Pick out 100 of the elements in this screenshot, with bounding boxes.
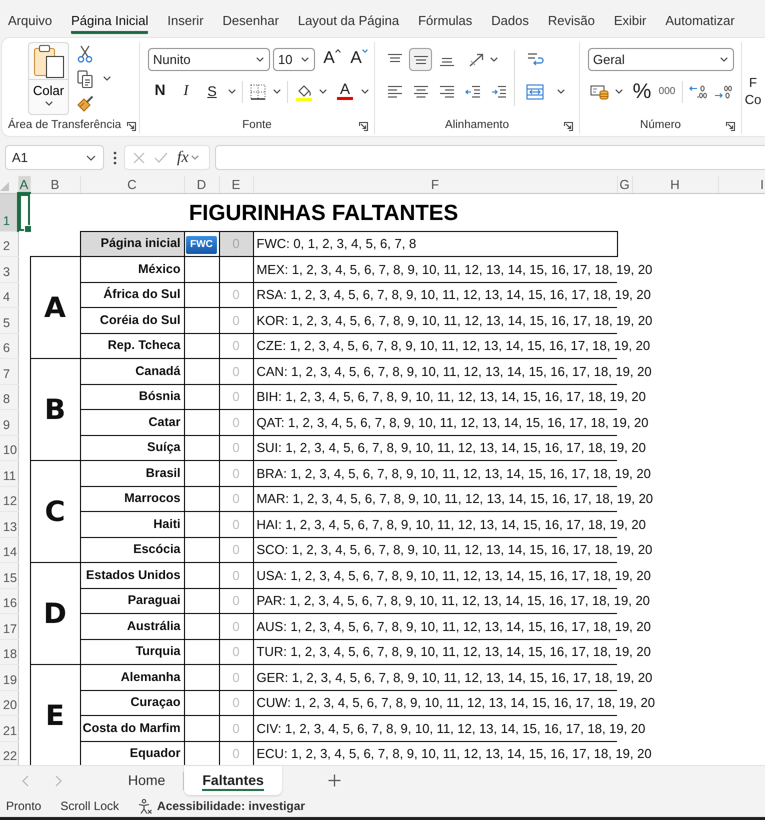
accessibility-button[interactable]: Acessibilidade: investigar: [138, 797, 306, 815]
row-header[interactable]: 20: [0, 690, 18, 716]
row-header[interactable]: 16: [0, 588, 18, 614]
check-icon[interactable]: [154, 152, 168, 163]
row-header[interactable]: 2: [0, 231, 18, 256]
fill-handle[interactable]: [24, 225, 32, 233]
row-header[interactable]: 6: [0, 333, 18, 358]
caret-icon[interactable]: [44, 101, 52, 106]
chevron-down-icon[interactable]: [86, 154, 96, 160]
caret-icon[interactable]: [615, 89, 623, 94]
thousands-button[interactable]: 000: [655, 80, 679, 103]
column-header[interactable]: E: [219, 176, 253, 193]
add-sheet-button[interactable]: [328, 774, 341, 787]
column-header[interactable]: G: [617, 176, 632, 193]
row-header[interactable]: 17: [0, 614, 18, 639]
team-name: Costa do Marfim: [80, 716, 184, 741]
row-header[interactable]: 11: [0, 460, 18, 486]
caret-icon[interactable]: [319, 89, 327, 94]
sticker-count: 0: [219, 588, 253, 614]
menu-tab[interactable]: Automatizar: [665, 12, 735, 34]
sticker-list: CIV: 1, 2, 3, 4, 5, 6, 7, 8, 9, 10, 11, 12, 13, 14, 15, 16, 17, 18, 19, 20: [256, 720, 646, 736]
align-middle-button[interactable]: [409, 48, 432, 71]
conditional-format-button[interactable]: F Co: [744, 74, 762, 108]
column-header[interactable]: F: [253, 176, 617, 193]
paste-button[interactable]: Colar: [28, 42, 69, 115]
caret-icon[interactable]: [720, 57, 728, 62]
sheet-tab[interactable]: Home: [110, 766, 184, 795]
menu-tab[interactable]: Arquivo: [8, 12, 52, 34]
shrink-font-button[interactable]: A: [347, 48, 371, 71]
row-header[interactable]: 1: [0, 193, 18, 231]
launcher-icon[interactable]: [359, 122, 368, 131]
row-header[interactable]: 13: [0, 512, 18, 537]
font-color-button[interactable]: A: [333, 80, 357, 103]
column-header[interactable]: H: [632, 176, 718, 193]
caret-icon[interactable]: [557, 89, 565, 94]
indent-icon: [490, 84, 506, 98]
row-header[interactable]: 21: [0, 716, 18, 741]
caret-icon[interactable]: [103, 76, 111, 81]
team-name: Canadá: [80, 358, 184, 384]
row-header[interactable]: 10: [0, 435, 18, 460]
row-header[interactable]: 5: [0, 308, 18, 333]
caret-icon[interactable]: [256, 57, 264, 62]
menu-tab[interactable]: Revisão: [548, 12, 595, 34]
sheet-tab[interactable]: Faltantes: [184, 766, 282, 795]
column-header[interactable]: C: [80, 176, 184, 193]
money-icon: [590, 84, 610, 100]
copy-icon: [77, 70, 93, 88]
column-header[interactable]: A: [18, 176, 30, 193]
name-box[interactable]: A1: [5, 145, 104, 170]
caret-icon[interactable]: [361, 89, 369, 94]
launcher-icon[interactable]: [726, 122, 735, 131]
menu-tab[interactable]: Fórmulas: [418, 12, 472, 34]
menu-tab[interactable]: Layout da Página: [298, 12, 400, 34]
percent-button[interactable]: %: [629, 80, 655, 103]
row-header[interactable]: 8: [0, 384, 18, 410]
sticker-count: 0: [219, 512, 253, 537]
team-name: Coréia do Sul: [80, 308, 184, 333]
row-header[interactable]: 22: [0, 741, 18, 765]
row-header[interactable]: 3: [0, 256, 18, 282]
formula-input[interactable]: [215, 145, 765, 170]
caret-icon[interactable]: [228, 89, 236, 94]
grow-font-button[interactable]: A: [320, 48, 344, 71]
row-header[interactable]: 14: [0, 537, 18, 562]
row-header[interactable]: 19: [0, 664, 18, 690]
sticker-list: CUW: 1, 2, 3, 4, 5, 6, 7, 8, 9, 10, 11, 12, 13, 14, 15, 16, 17, 18, 19, 20: [256, 695, 655, 710]
font-name-dropdown[interactable]: Nunito: [148, 48, 270, 71]
menu-tab[interactable]: Desenhar: [222, 12, 279, 34]
bold-button[interactable]: N: [148, 80, 172, 103]
column-header[interactable]: I: [718, 176, 765, 193]
row-header[interactable]: 15: [0, 562, 18, 588]
menu-tab[interactable]: Exibir: [614, 12, 646, 34]
menu-tab[interactable]: Página Inicial: [71, 12, 148, 34]
launcher-icon[interactable]: [564, 122, 573, 131]
menu-tab[interactable]: Dados: [491, 12, 529, 34]
sticker-count: 0: [219, 664, 253, 690]
caret-icon[interactable]: [273, 89, 281, 94]
caret-icon[interactable]: [301, 57, 309, 62]
row-header[interactable]: 18: [0, 639, 18, 664]
more-icon[interactable]: [113, 150, 117, 164]
row-header[interactable]: 12: [0, 486, 18, 512]
caret-icon[interactable]: [490, 57, 498, 62]
borders-icon: [250, 84, 266, 100]
column-header[interactable]: B: [30, 176, 80, 193]
row-header[interactable]: 9: [0, 410, 18, 435]
sticker-list: BIH: 1, 2, 3, 4, 5, 6, 7, 8, 9, 10, 11, 12, 13, 14, 15, 16, 17, 18, 19, 20: [256, 389, 646, 404]
font-size-dropdown[interactable]: 10: [273, 48, 315, 71]
team-name: México: [80, 256, 184, 282]
team-name: Estados Unidos: [80, 562, 184, 588]
sticker-list: QAT: 1, 2, 3, 4, 5, 6, 7, 8, 9, 10, 11, 12, 13, 14, 15, 16, 17, 18, 19, 20: [256, 414, 648, 430]
sticker-list: SCO: 1, 2, 3, 4, 5, 6, 7, 8, 9, 10, 11, 12, 13, 14, 15, 16, 17, 18, 19, 20: [256, 542, 652, 557]
launcher-icon[interactable]: [127, 122, 136, 131]
number-format-dropdown[interactable]: Geral: [588, 48, 734, 71]
column-header[interactable]: D: [184, 176, 219, 193]
row-header[interactable]: 4: [0, 282, 18, 308]
underline-button[interactable]: S: [200, 80, 224, 103]
row-header[interactable]: 7: [0, 358, 18, 384]
sticker-list: PAR: 1, 2, 3, 4, 5, 6, 7, 8, 9, 10, 11, 12, 13, 14, 15, 16, 17, 18, 19, 20: [256, 593, 650, 608]
italic-button[interactable]: I: [174, 80, 198, 103]
sticker-list: ECU: 1, 2, 3, 4, 5, 6, 7, 8, 9, 10, 11, 12, 13, 14, 15, 16, 17, 18, 19, 20: [256, 746, 652, 761]
menu-tab[interactable]: Inserir: [167, 12, 204, 34]
